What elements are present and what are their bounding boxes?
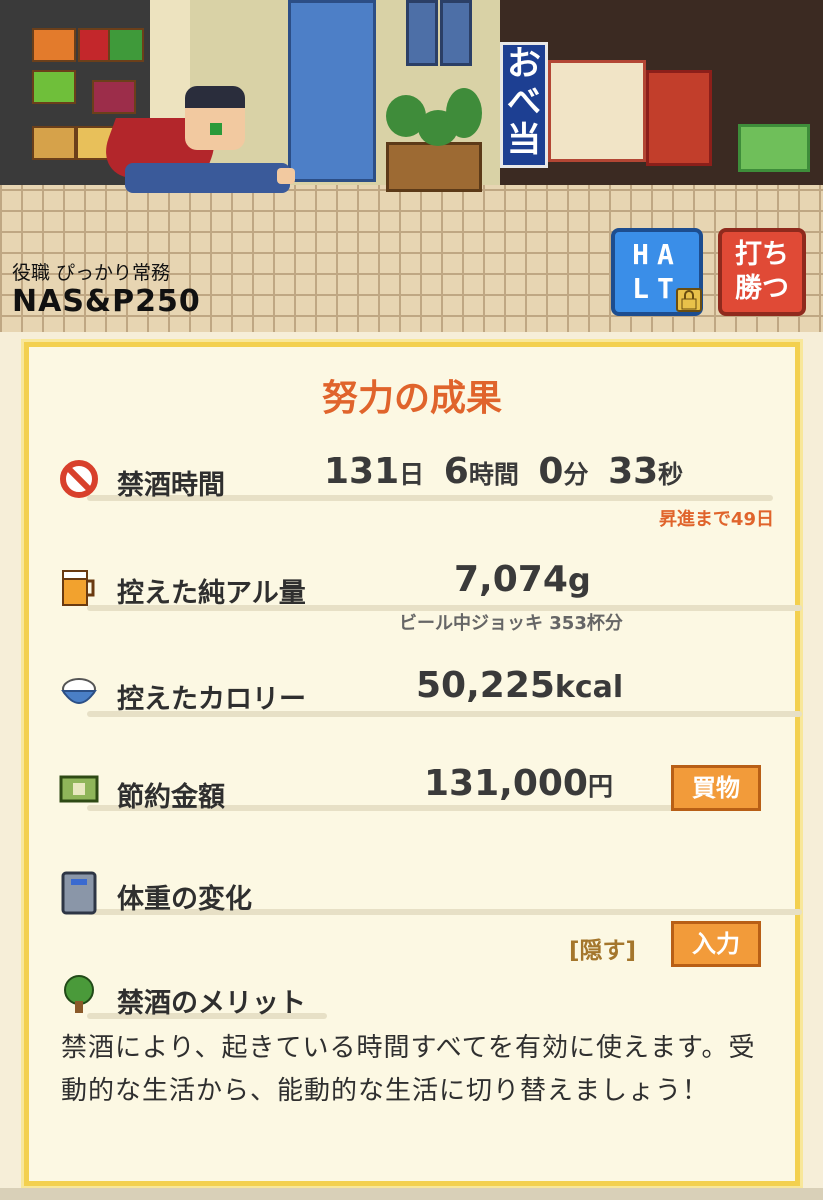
merit-title: 禁酒のメリット <box>117 988 306 1019</box>
display-case <box>646 70 712 166</box>
minutes-unit: 分 <box>563 460 589 489</box>
abstinence-row: 禁酒時間 131日 6時間 0分 33秒 昇進まで49日 <box>59 451 774 535</box>
crate <box>32 70 76 104</box>
halt-label-1: HA <box>632 238 682 271</box>
calories-unit: kcal <box>554 670 624 705</box>
player-character <box>94 68 295 203</box>
minutes-value: 0 <box>538 451 564 492</box>
bottom-strip <box>0 1188 823 1200</box>
weight-row: 体重の変化 [隠す] 入力 <box>59 869 802 973</box>
scale-icon <box>59 871 99 915</box>
hours-value: 6 <box>443 451 469 492</box>
savings-label: 節約金額 <box>117 782 225 813</box>
lock-icon <box>676 288 702 312</box>
money-bill-icon <box>59 773 99 813</box>
alcohol-value: 7,074g <box>454 559 591 600</box>
calories-amount: 50,225 <box>416 665 555 706</box>
hero-eye <box>210 123 222 135</box>
calories-row: 控えたカロリー 50,225kcal <box>59 665 802 731</box>
days-unit: 日 <box>399 460 425 489</box>
shop-banner: おべ当 <box>500 42 548 168</box>
weight-input-button[interactable]: 入力 <box>671 921 761 967</box>
hero-body <box>125 163 290 193</box>
window <box>440 0 472 66</box>
shopping-button[interactable]: 買物 <box>671 765 761 811</box>
window <box>406 0 438 66</box>
win-button[interactable]: 打ち 勝つ <box>718 228 806 316</box>
rice-bowl-icon <box>59 673 99 713</box>
abstinence-value: 131日 6時間 0分 33秒 <box>324 451 683 492</box>
beer-equivalent-note: ビール中ジョッキ 353杯分 <box>399 613 623 634</box>
mat <box>738 124 810 172</box>
savings-row: 節約金額 131,000円 買物 <box>59 763 774 825</box>
merit-text: 禁酒により、起きている時間すべてを有効に使えます。受動的な生活から、能動的な生活… <box>61 1033 756 1106</box>
abstinence-label: 禁酒時間 <box>117 470 225 501</box>
savings-amount: 131,000 <box>424 763 588 804</box>
blue-door <box>288 0 376 182</box>
hours-unit: 時間 <box>468 460 519 489</box>
panel-title: 努力の成果 <box>321 378 502 419</box>
savings-value: 131,000円 <box>424 763 613 804</box>
days-value: 131 <box>324 451 400 492</box>
tree-icon <box>59 975 99 1015</box>
display-case <box>548 60 646 162</box>
alcohol-unit: g <box>567 561 591 599</box>
seconds-value: 33 <box>608 451 659 492</box>
player-name: NAS&P250 <box>12 284 201 319</box>
alcohol-amount: 7,074 <box>454 559 568 600</box>
alcohol-label: 控えた純アル量 <box>117 578 306 609</box>
calories-value: 50,225kcal <box>416 665 623 706</box>
alcohol-row: 控えた純アル量 7,074g ビール中ジョッキ 353杯分 <box>59 559 802 645</box>
player-role: 役職 ぴっかり常務 <box>12 262 171 284</box>
crate <box>32 28 76 62</box>
potted-plant <box>446 88 482 138</box>
weight-label: 体重の変化 <box>117 884 252 915</box>
calories-label: 控えたカロリー <box>117 684 306 715</box>
crate <box>108 28 144 62</box>
savings-unit: 円 <box>587 772 613 801</box>
crate <box>32 126 76 160</box>
win-label-2: 勝つ <box>735 273 789 304</box>
seconds-unit: 秒 <box>658 460 684 489</box>
hero-fist <box>277 168 295 184</box>
results-panel: 努力の成果 禁酒時間 131日 6時間 0分 33秒 昇進まで49日 控えた純ア… <box>21 339 803 1189</box>
no-drinking-icon <box>59 459 99 499</box>
hide-link[interactable]: [隠す] <box>569 931 636 965</box>
bento-shop <box>500 0 823 185</box>
plant-table <box>386 142 482 192</box>
win-label-1: 打ち <box>735 239 789 270</box>
merit-header: 禁酒のメリット <box>59 975 774 1019</box>
promotion-note: 昇進まで49日 <box>658 509 774 530</box>
beer-mug-icon <box>59 567 99 607</box>
hero-head <box>185 86 245 150</box>
